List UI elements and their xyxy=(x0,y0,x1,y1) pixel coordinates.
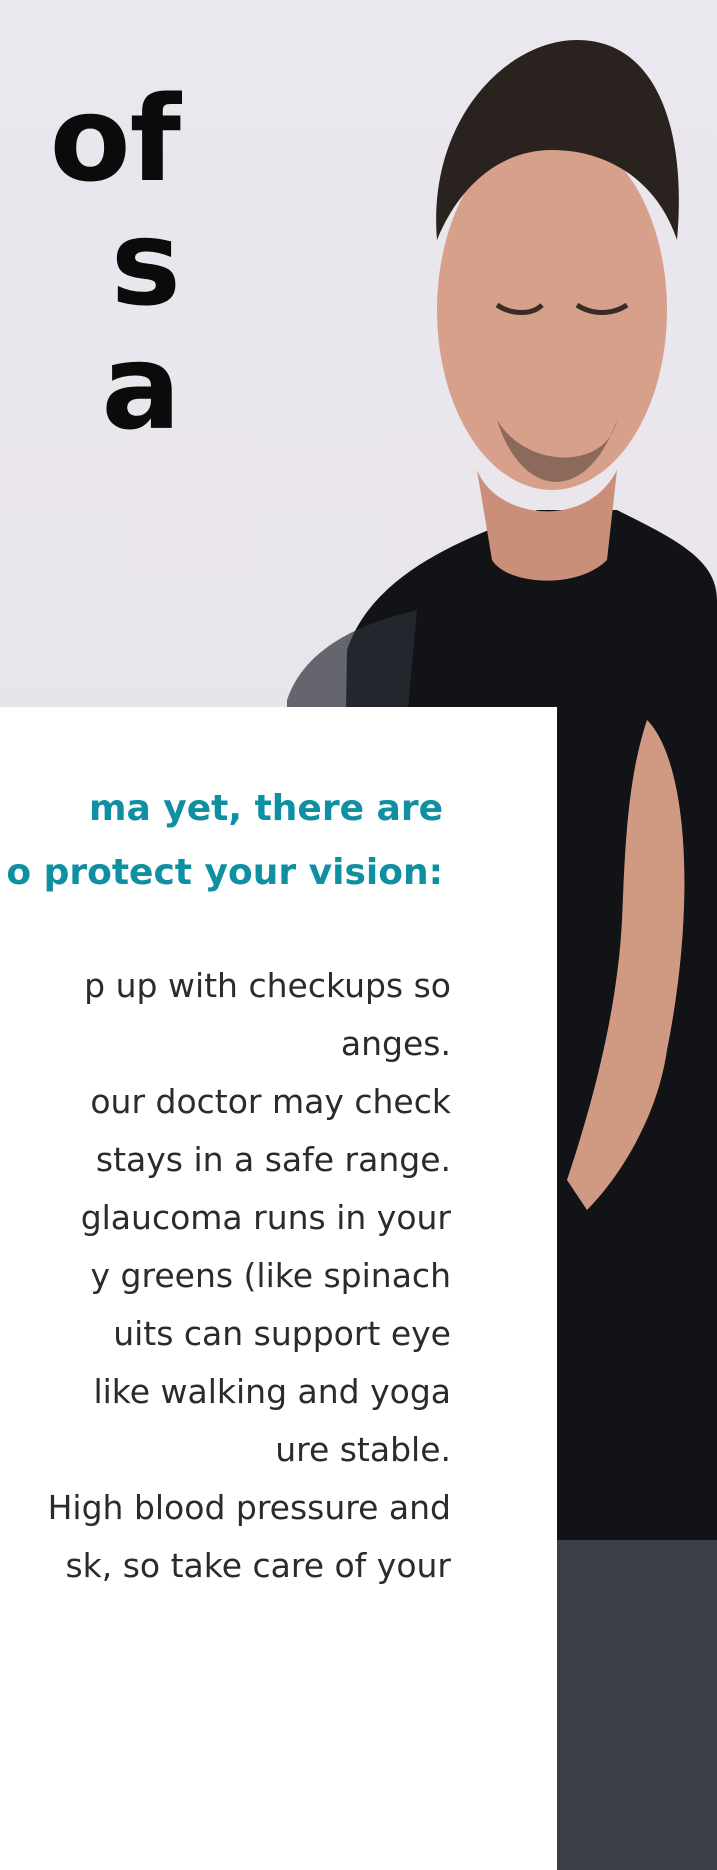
card-heading: ma yet, there are o protect your vision: xyxy=(6,788,443,893)
list-item: High blood pressure and sk, so take care… xyxy=(47,1488,451,1585)
tips-list: p up with checkups so anges. our doctor … xyxy=(0,957,451,1595)
headline-text: of s a xyxy=(49,70,181,456)
list-item: like walking and yoga ure stable. xyxy=(93,1372,451,1469)
info-card-content: ma yet, there are o protect your vision:… xyxy=(0,777,557,1777)
list-item: p up with checkups so anges. xyxy=(84,966,451,1063)
list-item: glaucoma runs in your xyxy=(80,1198,451,1237)
list-item: our doctor may check stays in a safe ran… xyxy=(90,1082,451,1179)
info-card: ma yet, there are o protect your vision:… xyxy=(0,707,557,1870)
list-item: y greens (like spinach uits can support … xyxy=(90,1256,451,1353)
